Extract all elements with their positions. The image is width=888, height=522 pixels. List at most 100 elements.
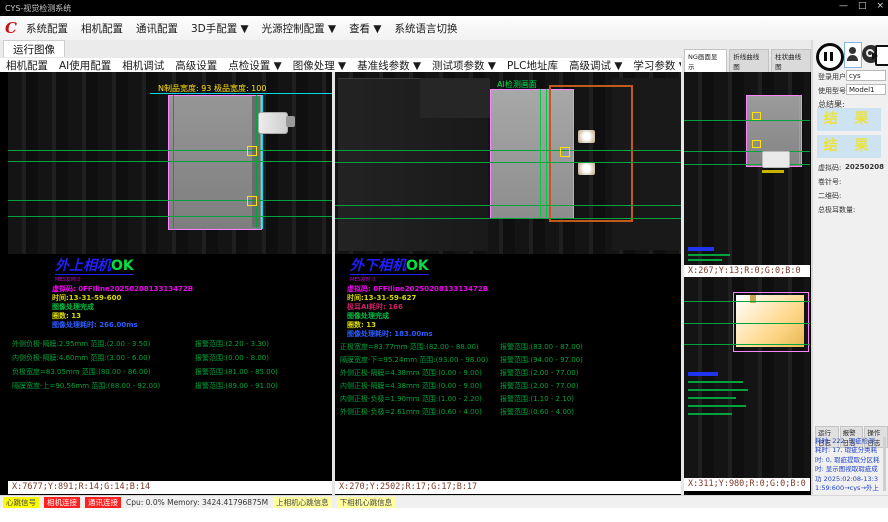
alarm-range: 报警范围:(89.00 - 91.00): [195, 381, 278, 391]
log-scrollbar[interactable]: [883, 437, 886, 491]
measure-line: [335, 205, 681, 206]
toolbar: 相机配置 AI使用配置 相机调试 高级设置 点检设置 ▼ 图像处理 ▼ 基准线参…: [0, 57, 681, 72]
tool-ai-config[interactable]: AI使用配置: [59, 58, 111, 73]
measure-line: [8, 200, 332, 201]
tab-run-image[interactable]: 运行图像: [3, 40, 65, 58]
measure-line: [335, 162, 681, 163]
tool-advanced-settings[interactable]: 高级设置: [175, 58, 217, 73]
pause-icon: [824, 52, 827, 61]
middle-camera-ok-status: OK: [406, 258, 429, 274]
tool-image-processing[interactable]: 图像处理 ▼: [293, 58, 346, 73]
measurement-row: 内侧负极-隔膜:4.60mm 范围:(3.00 - 6.00): [12, 353, 150, 363]
menu-system-config[interactable]: 系统配置: [26, 21, 68, 36]
pause-button[interactable]: [816, 43, 844, 71]
lamp-reflection: [578, 130, 595, 143]
user-login-button[interactable]: [844, 42, 862, 68]
measure-line: [335, 218, 681, 219]
left-process-cost: 图像处理耗时: 266.00ms: [52, 320, 138, 330]
measure-line: [8, 150, 332, 151]
tool-plc-address[interactable]: PLC地址库: [507, 58, 558, 73]
tool-baseline-params[interactable]: 基准线参数 ▼: [357, 58, 421, 73]
virtual-code-value: 20250208: [845, 163, 884, 171]
comm-connect-badge: 通讯连接: [85, 497, 121, 508]
login-user-label: 登录用户:: [818, 72, 848, 82]
model-label: 使用型号:: [818, 86, 848, 96]
mini-log-bar: [688, 372, 718, 376]
menu-view[interactable]: 查看 ▼: [349, 21, 381, 36]
tab-ng-display[interactable]: NG画面显示: [684, 49, 727, 72]
user-icon: [847, 55, 858, 61]
user-icon: [849, 47, 856, 54]
tab-bar-chart[interactable]: 柱状曲线图: [771, 49, 811, 72]
alarm-range: 报警范围:(81.00 - 85.00): [195, 367, 278, 377]
maximize-button[interactable]: □: [858, 1, 867, 11]
exit-arrow-icon: [872, 52, 878, 60]
tool-test-params[interactable]: 测试项参数 ▼: [432, 58, 496, 73]
mini-log-bar: [688, 389, 748, 391]
tool-camera-debug[interactable]: 相机调试: [122, 58, 164, 73]
measure-line: [546, 89, 547, 217]
login-user-value[interactable]: cys: [846, 70, 886, 81]
menu-comm-config[interactable]: 通讯配置: [136, 21, 178, 36]
app-logo-icon: C: [5, 21, 17, 36]
result-badge-2: 结 果: [817, 135, 881, 158]
menu-light-config[interactable]: 光源控制配置 ▼: [262, 21, 336, 36]
tab-line-chart[interactable]: 折线曲线图: [729, 49, 769, 72]
electrode-region-overlay: [168, 95, 262, 230]
tool-spotcheck-settings[interactable]: 点检设置 ▼: [228, 58, 281, 73]
middle-mes-status: MES发时:0: [350, 276, 376, 283]
window-controls: — □ ×: [839, 1, 884, 11]
left-mes-status: MES发时:0: [55, 276, 81, 283]
menu-language-switch[interactable]: 系统语言切换: [394, 21, 457, 36]
measure-line: [684, 301, 810, 302]
measure-line: [335, 150, 681, 151]
tool-learn-params[interactable]: 学习参数 ▼: [633, 58, 681, 73]
defect-marker: [247, 146, 257, 156]
minimize-button[interactable]: —: [839, 1, 848, 11]
mini-label-bar: [762, 170, 784, 173]
left-pixel-coords: X:7677;Y:891;R:14;G:14;B:14: [8, 481, 332, 494]
measurement-row: 负极宽度=83.05mm 范围:(80.00 - 86.00): [12, 367, 151, 377]
cpu-memory-status: Cpu: 0.0% Memory: 3424.41796875M: [126, 498, 268, 507]
right-view-tabs: NG画面显示 折线曲线图 柱状曲线图: [682, 57, 811, 72]
ng-view-top-coords: X:267;Y:13;R:0;G:0;B:0: [684, 265, 810, 277]
menu-items: 系统配置 相机配置 通讯配置 3D手配置 ▼ 光源控制配置 ▼ 查看 ▼ 系统语…: [26, 21, 458, 36]
measurement-row: 内侧正极-负极=1.90mm 范围:(1.00 - 2.20): [340, 394, 482, 404]
middle-process-cost: 图像处理耗时: 183.00ms: [347, 329, 433, 339]
menu-camera-config[interactable]: 相机配置: [81, 21, 123, 36]
measurement-row: 正极宽度=83.77mm 范围:(82.00 - 88.00): [340, 342, 479, 352]
measure-line: [684, 120, 810, 121]
measure-line: [684, 164, 810, 165]
camera-connect-badge: 相机连接: [44, 497, 80, 508]
mini-log-bar: [688, 254, 730, 256]
alarm-range: 报警范围:(2.00 - 77.00): [500, 368, 578, 378]
menu-bar: C 系统配置 相机配置 通讯配置 3D手配置 ▼ 光源控制配置 ▼ 查看 ▼ 系…: [0, 16, 888, 41]
tab-connector-tip: [286, 116, 295, 127]
result-badge-1: 结 果: [817, 108, 881, 131]
alarm-range: 报警范围:(2.20 - 3.30): [195, 339, 269, 349]
measurement-row: 隔膜宽度-下=95.24mm 范围:(93.00 - 98.00): [340, 355, 488, 365]
middle-pixel-coords: X:270;Y:2502;R:17;G:17;B:17: [335, 481, 681, 494]
model-value[interactable]: Model1: [846, 84, 886, 95]
machinery-block: [420, 78, 490, 118]
defect-marker: [752, 112, 761, 120]
measurement-row: 外侧正极-隔膜=4.38mm 范围:(0.00 - 9.00): [340, 368, 482, 378]
left-camera-title: 外上相机OK: [55, 259, 134, 275]
menu-3d-config[interactable]: 3D手配置 ▼: [191, 21, 249, 36]
mini-log-bar: [688, 405, 746, 407]
left-camera-ok-status: OK: [111, 258, 134, 274]
lower-camera-heartbeat: 下相机心跳信息: [337, 497, 396, 508]
tool-advanced-debug[interactable]: 高级调试 ▼: [569, 58, 622, 73]
defect-marker: [752, 140, 761, 148]
title-bar[interactable]: CYS-视觉检测系统 — □ ×: [0, 0, 888, 16]
exit-button[interactable]: [875, 45, 888, 66]
lamp-reflection: [578, 162, 595, 175]
tool-camera-config[interactable]: 相机配置: [6, 58, 48, 73]
cyan-edge-line: [799, 95, 800, 167]
alarm-range: 报警范围:(1.10 - 2.10): [500, 394, 574, 404]
mini-log-bar: [688, 397, 736, 399]
mini-log-bar: [688, 381, 743, 383]
alarm-range: 报警范围:(0.00 - 8.00): [195, 353, 269, 363]
qr-code-label: 二维码:: [818, 191, 841, 201]
close-button[interactable]: ×: [876, 1, 884, 11]
